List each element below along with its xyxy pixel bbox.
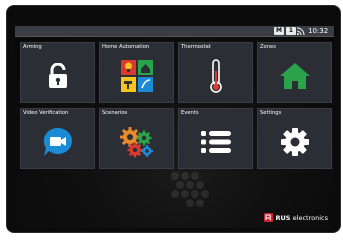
gears-icon	[119, 127, 153, 158]
home-automation-icon	[120, 60, 153, 92]
tile-label-events: Events	[181, 110, 199, 116]
status-badge-1: 1	[286, 27, 296, 35]
brand-name-main: RUS	[275, 213, 291, 222]
thermometer-icon	[209, 59, 222, 93]
brand-name: RUS electronics	[275, 214, 328, 222]
tile-label-scenarios: Scenarios	[102, 110, 128, 116]
status-badge-m: M	[274, 27, 284, 35]
house-icon	[279, 63, 310, 89]
tile-label-zones: Zones	[260, 44, 276, 50]
video-camera-icon	[43, 127, 72, 156]
tile-thermostat[interactable]: Thermostat	[178, 42, 253, 103]
tile-zones[interactable]: Zones	[257, 42, 332, 103]
tile-events[interactable]: Events	[178, 108, 253, 169]
tile-label-home-automation: Home Automation	[102, 44, 150, 50]
tile-arming[interactable]: Arming	[20, 42, 95, 103]
brand-name-suffix: electronics	[292, 213, 328, 222]
tile-settings[interactable]: Settings	[257, 108, 332, 169]
tile-video-verification[interactable]: Video Verification	[20, 108, 95, 169]
gear-icon	[280, 128, 309, 156]
clock-time: 10:32	[308, 27, 329, 35]
list-icon	[200, 131, 231, 153]
brand-mark-icon	[264, 213, 274, 222]
brand-logo: RUS electronics	[264, 213, 328, 222]
panel-screen: M 1 10:32 Arming Home Automation Thermos…	[15, 26, 334, 228]
alarm-panel-device: M 1 10:32 Arming Home Automation Thermos…	[2, 0, 341, 252]
tile-label-video-verification: Video Verification	[23, 110, 69, 116]
tile-home-automation[interactable]: Home Automation	[99, 42, 174, 103]
unlocked-padlock-icon	[48, 63, 67, 88]
tile-label-thermostat: Thermostat	[181, 44, 211, 50]
tile-label-settings: Settings	[260, 110, 282, 116]
status-bar: M 1 10:32	[15, 26, 334, 37]
tile-scenarios[interactable]: Scenarios	[99, 108, 174, 169]
background-pattern	[171, 172, 209, 207]
wifi-icon	[296, 27, 305, 36]
tile-label-arming: Arming	[23, 44, 42, 50]
